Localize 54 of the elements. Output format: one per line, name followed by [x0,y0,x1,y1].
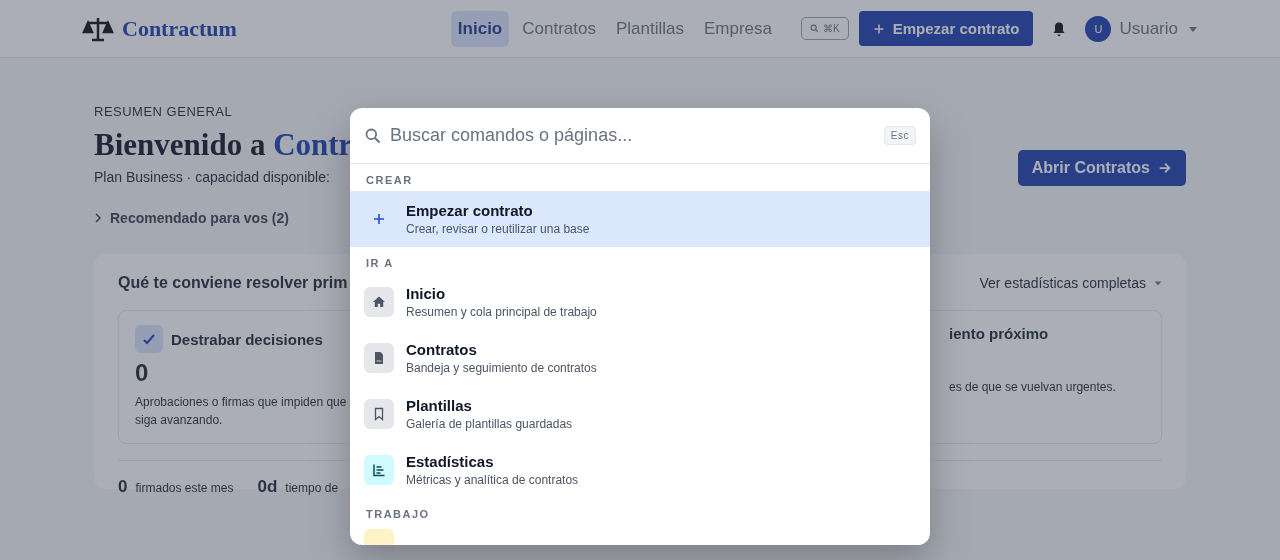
home-icon [364,287,394,317]
page-title: Bienvenido a Contr [94,127,353,163]
command-description: Métricas y analítica de contratos [406,473,579,487]
caret-icon[interactable] [1154,279,1162,287]
command-title: Inicio [406,285,447,302]
command-description: Bandeja y seguimiento de contratos [406,361,597,375]
command-item[interactable]: Inicio Resumen y cola principal de trabajo [350,274,930,330]
command-item[interactable]: Empezar contrato Crear, revisar o reutilizar una base [350,191,930,247]
nav-tab[interactable]: Contratos [515,10,603,47]
start-contract-button[interactable]: Empezar contrato [858,11,1034,46]
command-search-field[interactable]: Buscar comandos o páginas... [388,124,884,147]
open-contracts-button[interactable]: Abrir Contratos [1017,150,1186,186]
chevron-right-icon[interactable] [94,213,102,223]
stat-value: 0 [118,477,128,497]
command-title: Empezar contrato [406,202,534,219]
stat-label: firmados este mes [135,481,234,495]
recommended-toggle[interactable]: Recomendado para vos (2) [110,210,289,226]
nav-tab[interactable]: Plantillas [608,10,691,47]
brand-logo[interactable]: Contractum [122,15,237,42]
command-title: Contratos [406,341,478,358]
command-title: Plantillas [406,397,473,414]
card-title: Destrabar decisiones [171,330,323,348]
command-description: Crear, revisar o reutilizar una base [406,222,590,236]
plus-icon [872,22,885,35]
card-description: Aprobaciones o firmas que impiden que siga avanzando. [135,394,348,429]
command-item[interactable]: Plantillas Galería de plantillas guardadas [350,386,930,442]
card-description: es de que se vuelvan urgentes. [949,379,1117,396]
command-item[interactable]: Estadísticas Métricas y analítica de contratos [350,442,930,498]
bookmark-icon [364,399,394,429]
stat-label: tiempo de [285,481,339,495]
section-eyebrow: RESUMEN GENERAL [94,104,234,119]
nav-tab[interactable]: Inicio [450,10,510,47]
nav-tab[interactable]: Empresa [697,10,780,47]
chart-icon [364,455,394,485]
full-stats-link[interactable]: Ver estadísticas completas [979,275,1146,291]
stat-value: 0d [257,477,278,497]
search-icon [810,24,820,33]
esc-key-hint[interactable]: Esc [883,126,916,145]
section-label: TRABAJO [365,507,431,522]
section-label: IR A [365,256,395,271]
command-title: Estadísticas [406,453,495,470]
command-item[interactable]: Contratos Bandeja y seguimiento de contratos [350,330,930,386]
user-name[interactable]: Usuario [1119,18,1178,39]
user-avatar[interactable]: U [1085,15,1112,42]
search-shortcut-button[interactable]: ⌘K [801,17,849,40]
command-description: Resumen y cola principal de trabajo [406,305,597,319]
panel-title: Qué te conviene resolver prim [118,274,348,292]
arrow-right-icon [1158,161,1172,175]
search-icon [364,126,382,145]
document-icon [364,343,394,373]
plan-subtitle: Plan Business · capacidad disponible: [94,169,331,185]
card-title: iento próximo [949,325,1049,342]
command-description: Galería de plantillas guardadas [406,417,573,431]
section-label: CREAR [365,173,414,188]
